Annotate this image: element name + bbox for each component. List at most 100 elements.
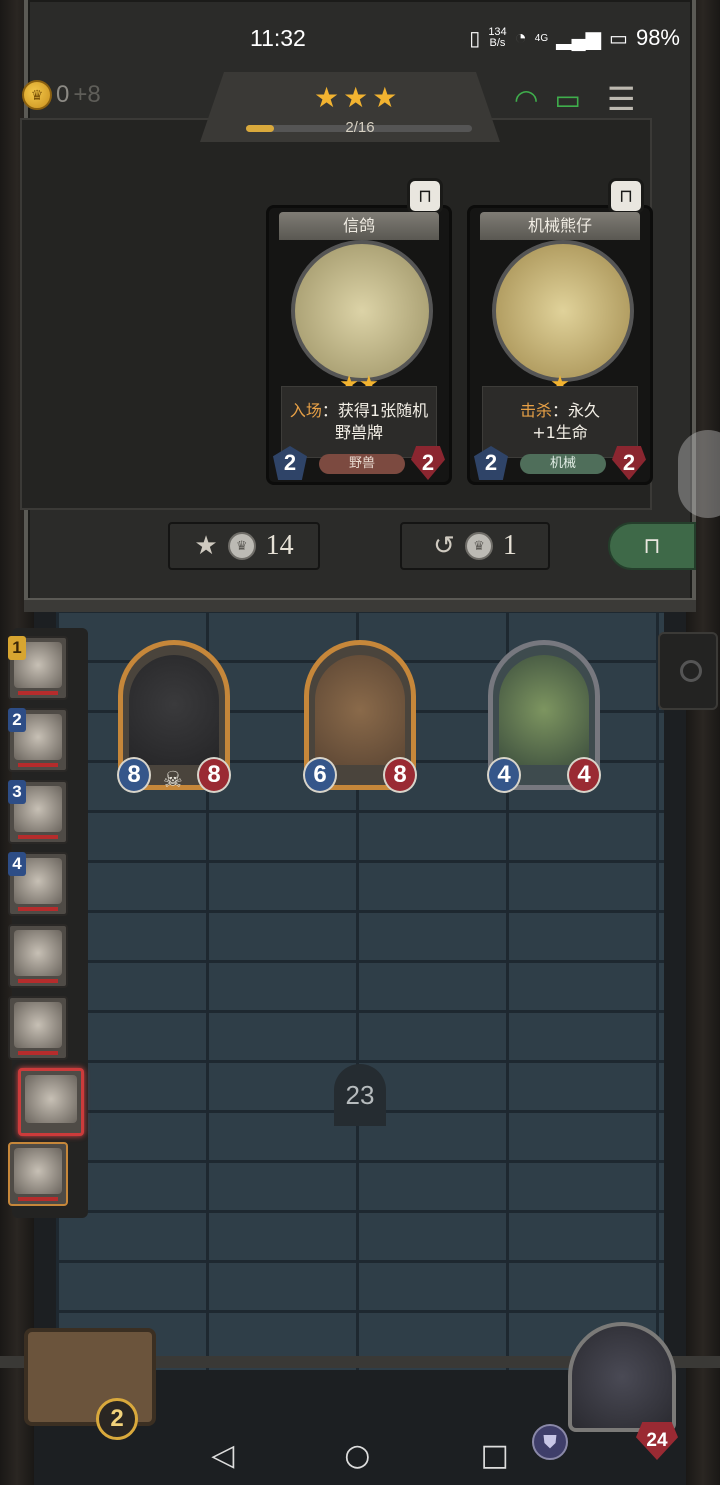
- opponent-rank: 2: [8, 708, 26, 732]
- system-nav-bar: ◁ ○ □: [0, 1425, 720, 1485]
- card-health: 2: [612, 446, 646, 480]
- opponent-portrait[interactable]: [8, 924, 68, 988]
- opponent-portrait[interactable]: 1: [8, 636, 68, 700]
- side-drawer-handle[interactable]: [678, 430, 720, 518]
- gold-coin-icon: ♛: [22, 80, 52, 110]
- network-type: 4G: [534, 32, 549, 44]
- card-effect-text: 击杀：永久 +1生命: [482, 386, 638, 458]
- opponent-rank: 4: [8, 852, 26, 876]
- card-tribe: 机械: [520, 454, 606, 474]
- connection-wifi-icon: ◠: [514, 82, 539, 116]
- opponent-face: [14, 1148, 62, 1194]
- card-effect-line2: +1生命: [532, 423, 588, 442]
- battery-status-icon: ▭: [609, 27, 628, 50]
- opponent-health-bar: [18, 1051, 58, 1055]
- octopus-portrait: [129, 655, 219, 765]
- board-minion[interactable]: 4 4: [487, 640, 601, 793]
- system-status-bar: 11:32 ▯ 134 B/s ◔ 4G ▂▄▆ ▭ 98%: [0, 0, 720, 76]
- minion-health: 8: [197, 757, 231, 793]
- board-minion[interactable]: 6 8: [303, 640, 417, 793]
- opponent-health-bar: [18, 691, 58, 695]
- opponent-rank: 1: [8, 636, 26, 660]
- opponent-health-bar: [18, 907, 58, 911]
- refresh-cost: 1: [502, 530, 517, 561]
- refresh-icon: ↺: [433, 531, 455, 560]
- deer-portrait: [315, 655, 405, 765]
- minion-health: 8: [383, 757, 417, 793]
- opponent-health-bar: [18, 1197, 58, 1201]
- freeze-shop-button[interactable]: ⊓: [608, 522, 696, 570]
- pigeon-portrait: [291, 240, 433, 382]
- recents-icon[interactable]: □: [480, 1438, 508, 1473]
- gold-counter: ♛ 0 +8: [22, 80, 101, 110]
- coin-icon: ♛: [464, 532, 493, 560]
- upgrade-cost: 14: [265, 530, 294, 561]
- card-effect-line1: ：永久: [552, 401, 601, 420]
- system-icons: ▯ 134 B/s ◔ 4G ▂▄▆ ▭ 98%: [469, 25, 680, 51]
- opponent-face: [25, 1075, 77, 1123]
- card-name: 机械熊仔: [480, 212, 640, 240]
- tier-progress-fill: [246, 125, 275, 132]
- mandrake-portrait: [499, 655, 589, 765]
- status-clock: 11:32: [250, 24, 306, 51]
- opponent-face: [14, 1002, 62, 1048]
- tier-progress-text: 2/16: [345, 119, 375, 136]
- tavern-tier-stars: ★ ★ ★: [314, 84, 397, 112]
- signal-icon: ▂▄▆: [556, 27, 602, 50]
- wifi-status-icon: ◔: [514, 26, 527, 49]
- star-icon: ★: [343, 81, 369, 114]
- unlock-icon[interactable]: ⊓: [407, 178, 443, 214]
- opponent-health-bar: [18, 835, 58, 839]
- knob-icon: [680, 660, 702, 682]
- player-portrait-small[interactable]: [8, 1142, 68, 1206]
- vibrate-icon: ▯: [469, 27, 481, 50]
- battery-charge-icon: ▭: [554, 82, 581, 116]
- opponent-rank: 3: [8, 780, 26, 804]
- menu-icon[interactable]: ☰: [607, 80, 636, 118]
- refresh-shop-button[interactable]: ↺ ♛ 1: [400, 522, 550, 570]
- card-keyword: 入场: [289, 401, 322, 420]
- star-icon: ★: [372, 81, 398, 114]
- upgrade-star-icon: ★: [194, 531, 218, 560]
- side-wall-button[interactable]: [658, 632, 718, 710]
- minion-attack: 8: [117, 757, 151, 793]
- coin-icon: ♛: [227, 532, 256, 560]
- opponent-portrait[interactable]: 4: [8, 852, 68, 916]
- back-icon[interactable]: ◁: [211, 1438, 234, 1473]
- card-health: 2: [411, 446, 445, 480]
- minion-attack: 6: [303, 757, 337, 793]
- opponent-face: [14, 930, 62, 976]
- battery-percentage: 98%: [635, 25, 680, 50]
- opponent-portrait[interactable]: [8, 996, 68, 1060]
- shop-card[interactable]: ⊓ 信鸽 ★★ 入场：获得1张随机 野兽牌 2 野兽 2: [266, 178, 452, 485]
- hero-portrait[interactable]: [568, 1322, 676, 1432]
- board-minion[interactable]: 8 ☠ 8: [117, 640, 231, 793]
- shop-card[interactable]: ⊓ 机械熊仔 ★ 击杀：永久 +1生命 2 机械 2: [467, 178, 653, 485]
- star-icon: ★: [314, 81, 340, 114]
- upgrade-tavern-button[interactable]: ★ ♛ 14: [168, 522, 320, 570]
- minion-attack: 4: [487, 757, 521, 793]
- card-effect-text: 入场：获得1张随机 野兽牌: [281, 386, 437, 458]
- opponent-health-bar: [18, 763, 58, 767]
- gold-value: 0: [56, 81, 70, 108]
- board-top-frame: [24, 598, 696, 612]
- network-speed: 134 B/s: [488, 27, 506, 49]
- card-name: 信鸽: [279, 212, 439, 240]
- top-right-controls: ◠ ▭ ☰: [514, 80, 636, 118]
- minion-health: 4: [567, 757, 601, 793]
- card-keyword: 击杀: [519, 401, 552, 420]
- deathrattle-skull-icon: ☠: [163, 768, 183, 793]
- turn-counter: 23: [334, 1064, 386, 1126]
- mech-bear-portrait: [492, 240, 634, 382]
- card-effect-line2: 野兽牌: [334, 423, 383, 442]
- card-tribe: 野兽: [319, 454, 405, 474]
- opponent-portrait[interactable]: 3: [8, 780, 68, 844]
- net-speed-unit: B/s: [489, 37, 506, 49]
- opponent-portrait[interactable]: 2: [8, 708, 68, 772]
- card-effect-line1: ：获得1张随机: [321, 401, 429, 420]
- home-icon[interactable]: ○: [344, 1438, 370, 1473]
- current-opponent-portrait[interactable]: [18, 1068, 84, 1136]
- unlock-icon[interactable]: ⊓: [608, 178, 644, 214]
- lock-icon: ⊓: [643, 533, 661, 558]
- opponent-health-bar: [18, 979, 58, 983]
